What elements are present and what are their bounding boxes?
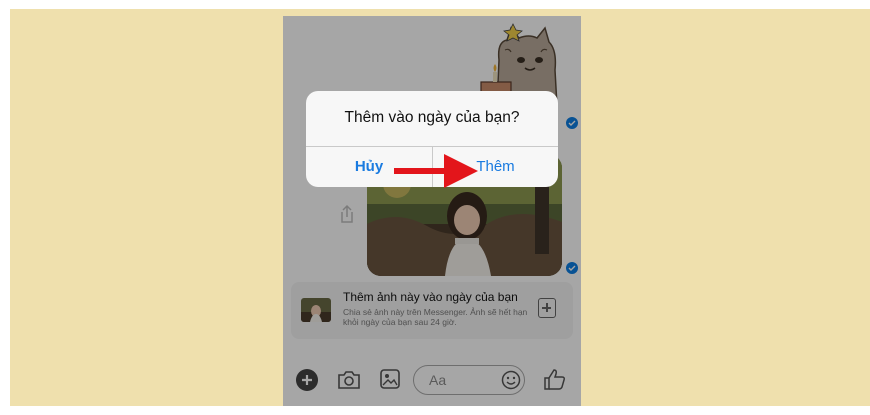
dialog-title: Thêm vào ngày của bạn?	[344, 109, 520, 126]
red-arrow-annotation	[394, 154, 478, 188]
phone-screen: Thêm ảnh này vào ngày của bạn Chia sẻ ản…	[283, 16, 581, 406]
modal-overlay	[283, 16, 581, 406]
